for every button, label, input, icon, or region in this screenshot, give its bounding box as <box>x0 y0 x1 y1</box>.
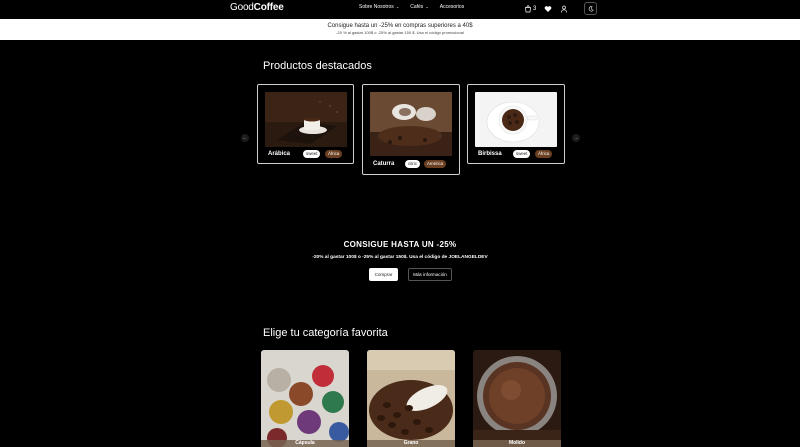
chevron-down-icon: ⌄ <box>394 4 400 9</box>
carousel-prev-button[interactable]: ← <box>241 134 249 142</box>
moon-icon <box>588 5 594 11</box>
product-tag-origin: América <box>424 160 447 168</box>
shopping-bag-icon <box>525 4 531 12</box>
categories-title: Elige tu categoría favorita <box>263 327 388 339</box>
product-image <box>265 92 347 147</box>
category-card-molido[interactable]: Molido <box>473 350 561 447</box>
nav-links: Sobre Nosotros ⌄ Cafés ⌄ Accesorios <box>359 4 464 10</box>
cart-button[interactable]: 3 <box>524 4 537 13</box>
discount-subtitle: -20% al gastar 100$ o -25% al gastar 150… <box>312 255 488 260</box>
logo[interactable]: GoodCoffee <box>230 2 284 13</box>
category-image <box>367 350 455 447</box>
product-image <box>370 92 452 156</box>
product-name: Caturra <box>373 161 395 167</box>
nav-link-label: Sobre Nosotros <box>359 4 394 10</box>
navbar: GoodCoffee Sobre Nosotros ⌄ Cafés ⌄ Acce… <box>0 0 800 18</box>
product-tag-origin: África <box>535 150 553 158</box>
featured-title: Productos destacados <box>263 60 372 72</box>
category-card-capsula[interactable]: Cápsula <box>261 350 349 447</box>
promo-subtitle: -20 % al gastar 100$ o -25% al gastar 15… <box>336 30 464 35</box>
arrow-right-icon: → <box>573 135 579 141</box>
category-label: Molido <box>473 440 561 447</box>
product-tag-flavor: sweet <box>303 150 321 158</box>
theme-toggle-button[interactable] <box>584 2 598 15</box>
cart-count: 3 <box>533 5 537 12</box>
product-name: Birbissa <box>478 151 502 157</box>
nav-link-cafes[interactable]: Cafés ⌄ <box>410 4 429 10</box>
product-image <box>475 92 557 147</box>
more-info-button[interactable]: Más información <box>408 268 452 281</box>
category-label: Cápsula <box>261 440 349 447</box>
product-tag-origin: África <box>325 150 343 158</box>
product-card-arabica[interactable]: Arábica sweet África <box>257 84 354 164</box>
chevron-down-icon: ⌄ <box>424 4 429 9</box>
arrow-left-icon: ← <box>242 135 248 141</box>
logo-text-good: Good <box>230 2 254 13</box>
nav-link-label: Accesorios <box>439 4 465 10</box>
product-card-caturra[interactable]: Caturra citric América <box>362 84 460 175</box>
heart-icon[interactable] <box>544 5 552 13</box>
discount-title: CONSIGUE HASTA UN -25% <box>343 240 457 249</box>
product-tag-flavor: sweet <box>513 150 531 158</box>
nav-link-label: Cafés <box>410 4 424 10</box>
product-name: Arábica <box>268 151 291 157</box>
product-tag-flavor: citric <box>405 160 421 168</box>
logo-text-coffee: Coffee <box>253 2 284 13</box>
promo-banner: Consigue hasta un -25% en compras superi… <box>0 19 800 40</box>
buy-button[interactable]: Comprar <box>369 268 398 281</box>
promo-title: Consigue hasta un -25% en compras superi… <box>327 23 473 29</box>
category-image <box>473 350 561 447</box>
category-label: Grano <box>367 440 455 447</box>
user-icon[interactable] <box>560 5 568 13</box>
nav-icons: 3 <box>524 2 598 15</box>
category-image <box>261 350 349 447</box>
category-card-grano[interactable]: Grano <box>367 350 455 447</box>
nav-link-sobre-nosotros[interactable]: Sobre Nosotros ⌄ <box>359 4 399 10</box>
product-card-birbissa[interactable]: Birbissa sweet África <box>467 84 565 164</box>
nav-link-accesorios[interactable]: Accesorios <box>440 4 464 10</box>
carousel-next-button[interactable]: → <box>572 134 580 142</box>
